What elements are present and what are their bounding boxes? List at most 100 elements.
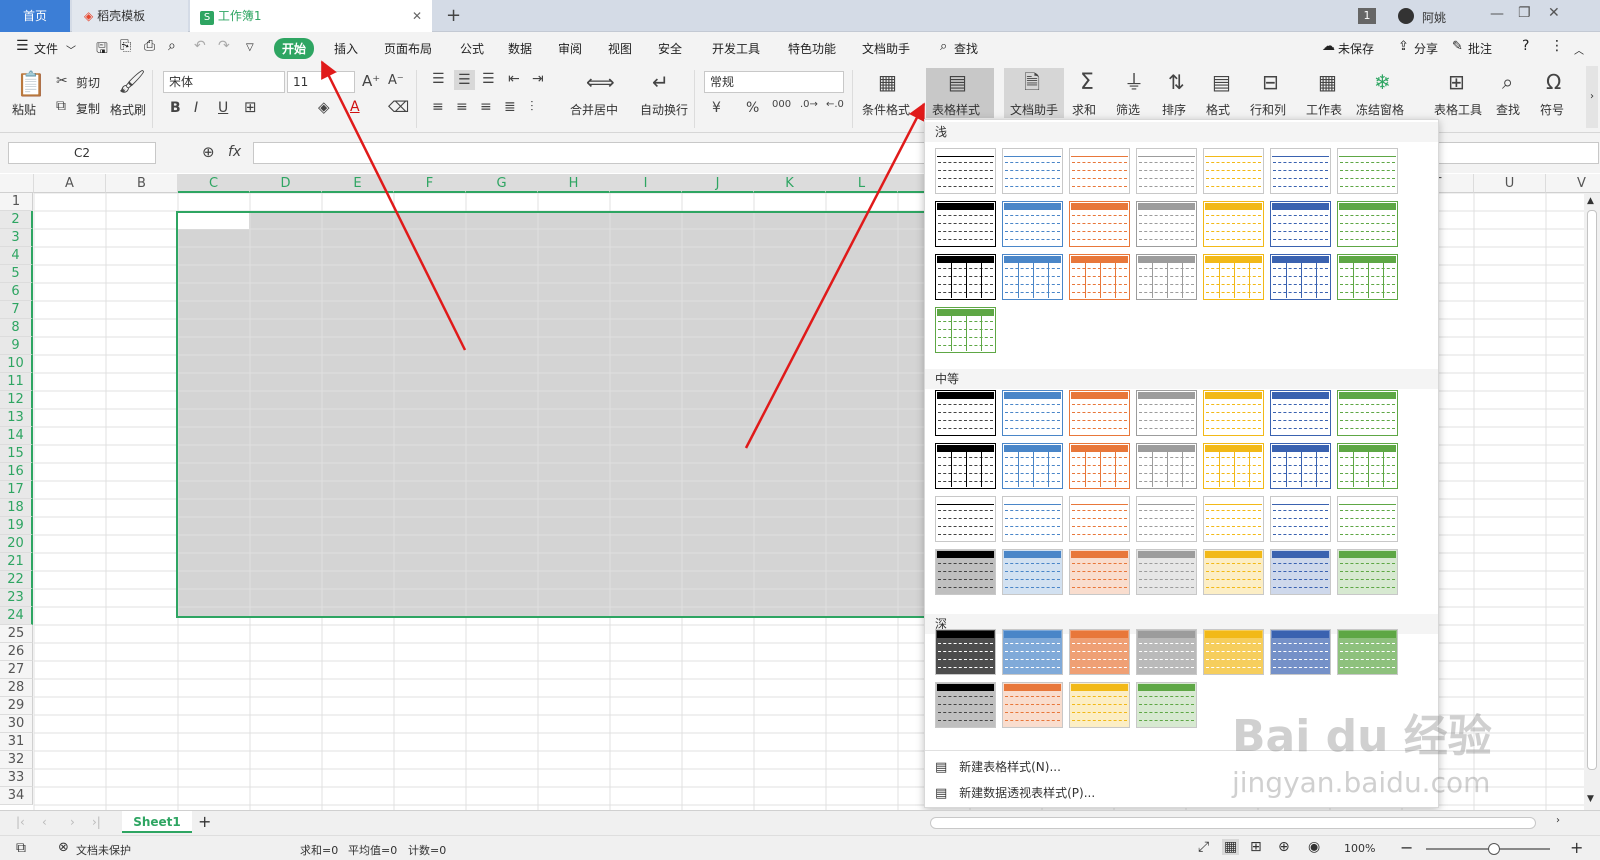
sort-button[interactable]: 排序	[1162, 101, 1186, 118]
view-toggle-icon[interactable]: ⧉	[16, 840, 26, 856]
format-painter-button[interactable]: 格式刷	[110, 101, 146, 118]
indent-increase-icon[interactable]: ⇥	[532, 72, 544, 86]
table-style-swatch[interactable]	[1136, 682, 1197, 728]
table-style-swatch[interactable]	[1002, 390, 1063, 436]
merge-center-button[interactable]: 合并居中	[570, 101, 618, 118]
table-style-swatch[interactable]	[1136, 201, 1197, 247]
table-style-swatch[interactable]	[1002, 629, 1063, 675]
menu-review[interactable]: 审阅	[558, 40, 582, 57]
table-style-swatch[interactable]	[1069, 629, 1130, 675]
first-sheet-icon[interactable]: |‹	[16, 815, 25, 829]
table-style-swatch[interactable]	[1270, 549, 1331, 595]
row-col-button[interactable]: 行和列	[1250, 101, 1286, 118]
table-style-swatch[interactable]	[935, 390, 996, 436]
name-box[interactable]: C2	[8, 142, 156, 164]
comment-icon[interactable]: ✎	[1452, 39, 1463, 54]
unsaved-label[interactable]: 未保存	[1338, 40, 1374, 57]
align-right-icon[interactable]: ≡	[480, 100, 492, 114]
table-style-swatch[interactable]	[1270, 390, 1331, 436]
menu-file[interactable]: 文件	[34, 40, 58, 57]
table-style-swatch[interactable]	[1337, 148, 1398, 194]
paste-button[interactable]: 粘贴	[12, 101, 36, 118]
copy-button[interactable]: 复制	[76, 100, 100, 117]
table-style-swatch[interactable]	[1337, 629, 1398, 675]
hamburger-icon[interactable]: ☰	[16, 38, 29, 54]
border-icon[interactable]: ⊞	[244, 100, 257, 115]
print-preview-icon[interactable]: ⌕	[168, 38, 176, 54]
add-sheet-button[interactable]: +	[198, 812, 211, 831]
tab-workbook[interactable]: S 工作簿1 ✕	[190, 0, 432, 32]
help-icon[interactable]: ?	[1522, 38, 1529, 54]
zoom-slider-thumb[interactable]	[1488, 843, 1500, 855]
row-header-27[interactable]: 27	[0, 661, 33, 679]
user-name[interactable]: 阿姚	[1422, 9, 1446, 26]
menu-home[interactable]: 开始	[274, 38, 315, 59]
sort-icon[interactable]: ⇅	[1168, 72, 1185, 92]
eye-icon[interactable]: ◉	[1308, 839, 1320, 855]
table-style-swatch[interactable]	[935, 496, 996, 542]
redo-icon[interactable]: ↷	[218, 38, 230, 54]
table-style-swatch[interactable]	[1270, 443, 1331, 489]
underline-icon[interactable]: U	[218, 101, 228, 115]
sheet-tab-sheet1[interactable]: Sheet1	[122, 811, 192, 833]
table-style-swatch[interactable]	[1270, 496, 1331, 542]
table-style-swatch[interactable]	[1069, 682, 1130, 728]
align-top-icon[interactable]: ☰	[432, 72, 445, 86]
tab-home[interactable]: 首页	[0, 0, 70, 32]
row-header-32[interactable]: 32	[0, 751, 33, 769]
table-tools-icon[interactable]: ⊞	[1448, 72, 1465, 92]
fullscreen-icon[interactable]: ⤢	[1198, 839, 1209, 855]
table-style-swatch[interactable]	[935, 254, 996, 300]
decrease-font-icon[interactable]: A⁻	[388, 74, 404, 87]
table-style-swatch[interactable]	[1203, 201, 1264, 247]
filter-button[interactable]: 筛选	[1116, 101, 1140, 118]
share-doc-icon[interactable]: ⎘	[120, 38, 131, 54]
align-left-icon[interactable]: ≡	[432, 100, 444, 114]
menu-developer[interactable]: 开发工具	[712, 40, 760, 57]
freeze-panes-icon[interactable]: ❄	[1374, 72, 1391, 92]
menu-doc-assistant[interactable]: 文档助手	[862, 40, 910, 57]
format-painter-icon[interactable]: 🖌	[118, 72, 146, 94]
menu-features[interactable]: 特色功能	[788, 40, 836, 57]
font-name-select[interactable]: 宋体	[163, 71, 285, 93]
undo-icon[interactable]: ↶	[194, 38, 206, 54]
table-style-swatch[interactable]	[935, 307, 996, 353]
table-style-swatch[interactable]	[1002, 148, 1063, 194]
prev-sheet-icon[interactable]: ‹	[42, 815, 47, 829]
table-style-swatch[interactable]	[1270, 148, 1331, 194]
menu-formulas[interactable]: 公式	[460, 40, 484, 57]
table-style-swatch[interactable]	[1002, 496, 1063, 542]
clear-icon[interactable]: ⌫	[388, 100, 409, 115]
tab-template[interactable]: ◈ 稻壳模板	[72, 0, 188, 32]
worksheet-icon[interactable]: ▦	[1318, 72, 1337, 92]
zoom-in-icon[interactable]: +	[1570, 838, 1583, 857]
sum-icon[interactable]: Σ	[1080, 72, 1094, 94]
next-sheet-icon[interactable]: ›	[70, 815, 75, 829]
user-avatar[interactable]	[1398, 8, 1414, 24]
table-style-swatch[interactable]	[1203, 549, 1264, 595]
table-style-button[interactable]: ▤ 表格样式	[926, 68, 994, 118]
table-style-swatch[interactable]	[1337, 201, 1398, 247]
cut-icon[interactable]: ✂	[56, 74, 68, 88]
share-icon[interactable]: ⇪	[1398, 39, 1409, 54]
table-style-swatch[interactable]	[1337, 443, 1398, 489]
menu-page-layout[interactable]: 页面布局	[384, 40, 432, 57]
cut-button[interactable]: 剪切	[76, 74, 100, 91]
table-style-swatch[interactable]	[1136, 629, 1197, 675]
distribute-icon[interactable]: ⫶	[530, 100, 534, 114]
table-style-swatch[interactable]	[1069, 496, 1130, 542]
protect-status[interactable]: 文档未保护	[76, 842, 131, 858]
menu-data[interactable]: 数据	[508, 40, 532, 57]
increase-font-icon[interactable]: A⁺	[362, 74, 380, 89]
table-style-swatch[interactable]	[1337, 549, 1398, 595]
symbol-icon[interactable]: Ω	[1546, 72, 1561, 92]
row-col-icon[interactable]: ⊟	[1262, 72, 1279, 92]
table-style-swatch[interactable]	[1069, 549, 1130, 595]
table-style-swatch[interactable]	[1136, 496, 1197, 542]
number-format-select[interactable]: 常规	[704, 71, 844, 93]
find-icon[interactable]: ⌕	[1502, 72, 1513, 92]
table-style-swatch[interactable]	[1002, 254, 1063, 300]
new-tab-button[interactable]: +	[446, 0, 461, 32]
minimize-icon[interactable]: —	[1490, 6, 1504, 22]
thousands-icon[interactable]: 000	[772, 100, 791, 110]
